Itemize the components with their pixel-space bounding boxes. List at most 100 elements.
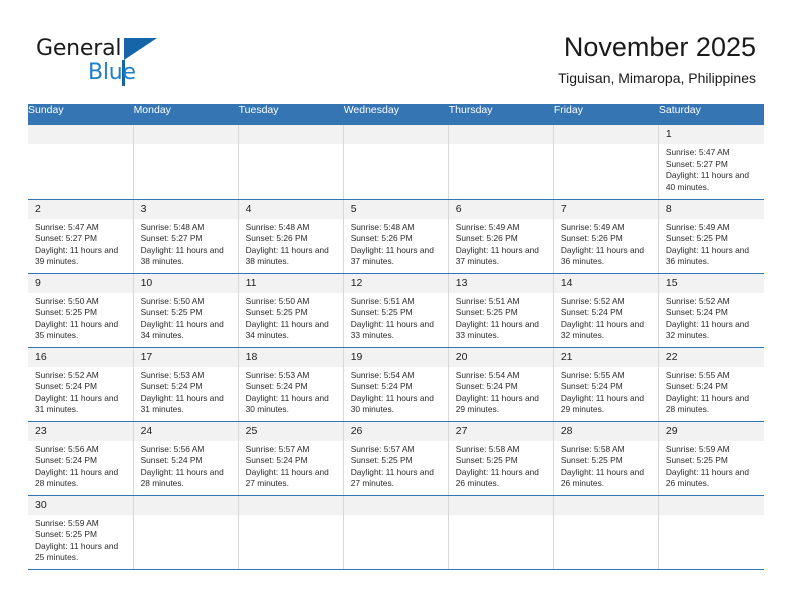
- daylight-text: Daylight: 11 hours and 32 minutes.: [665, 318, 750, 341]
- calendar-day-cell[interactable]: 22 Sunrise: 5:55 AM Sunset: 5:24 PM Dayligh…: [658, 347, 764, 422]
- sunset-text: Sunset: 5:24 PM: [245, 381, 308, 392]
- logo-text-general: General: [36, 36, 122, 61]
- calendar-day-cell[interactable]: 7 Sunrise: 5:49 AM Sunset: 5:26 PM Daylight…: [553, 199, 659, 274]
- day-number: [448, 495, 553, 515]
- calendar-day-cell[interactable]: 13 Sunrise: 5:51 AM Sunset: 5:25 PM Dayligh…: [448, 273, 554, 348]
- calendar-day-cell[interactable]: 28 Sunrise: 5:58 AM Sunset: 5:25 PM Dayligh…: [553, 421, 659, 496]
- day-number: 25: [238, 421, 343, 441]
- sun-info: Sunrise: 5:48 AM Sunset: 5:26 PM Daylight:…: [344, 219, 448, 268]
- calendar-day-cell-empty: [448, 125, 554, 200]
- sunrise-text: Sunrise: 5:51 AM: [455, 295, 520, 306]
- day-number: 19: [343, 347, 448, 367]
- sunset-text: Sunset: 5:26 PM: [350, 233, 413, 244]
- logo-text-blue: Blue: [88, 60, 136, 85]
- sunset-text: Sunset: 5:26 PM: [245, 233, 308, 244]
- calendar-day-cell[interactable]: 4 Sunrise: 5:48 AM Sunset: 5:26 PM Daylight…: [238, 199, 344, 274]
- calendar-day-cell[interactable]: 26 Sunrise: 5:57 AM Sunset: 5:25 PM Dayligh…: [343, 421, 449, 496]
- sunset-text: Sunset: 5:24 PM: [455, 381, 518, 392]
- general-blue-logo[interactable]: General Blue: [36, 36, 216, 88]
- calendar-day-cell[interactable]: 3 Sunrise: 5:48 AM Sunset: 5:27 PM Daylight…: [133, 199, 239, 274]
- calendar-day-cell[interactable]: 25 Sunrise: 5:57 AM Sunset: 5:24 PM Dayligh…: [238, 421, 344, 496]
- day-number: [343, 125, 448, 144]
- calendar-day-cell-empty: [133, 125, 239, 200]
- sunrise-text: Sunrise: 5:59 AM: [665, 443, 730, 454]
- day-number: [238, 495, 343, 515]
- calendar-day-cell[interactable]: 30 Sunrise: 5:59 AM Sunset: 5:25 PM Dayligh…: [28, 495, 134, 570]
- sunset-text: Sunset: 5:25 PM: [455, 455, 518, 466]
- sunset-text: Sunset: 5:24 PM: [140, 455, 203, 466]
- sun-info: Sunrise: 5:52 AM Sunset: 5:24 PM Daylight:…: [28, 367, 133, 416]
- sunset-text: Sunset: 5:25 PM: [350, 307, 413, 318]
- daylight-text: Daylight: 11 hours and 36 minutes.: [560, 244, 644, 267]
- calendar-day-cell[interactable]: 24 Sunrise: 5:56 AM Sunset: 5:24 PM Dayligh…: [133, 421, 239, 496]
- calendar-day-cell[interactable]: 9 Sunrise: 5:50 AM Sunset: 5:25 PM Daylight…: [28, 273, 134, 348]
- title-block: November 2025 Tiguisan, Mimaropa, Philip…: [558, 30, 756, 87]
- calendar-day-cell-empty: [133, 495, 239, 570]
- daylight-text: Daylight: 11 hours and 31 minutes.: [140, 392, 224, 415]
- sun-info: Sunrise: 5:55 AM Sunset: 5:24 PM Daylight:…: [554, 367, 658, 416]
- calendar-day-cell[interactable]: 5 Sunrise: 5:48 AM Sunset: 5:26 PM Daylight…: [343, 199, 449, 274]
- calendar-day-cell[interactable]: 6 Sunrise: 5:49 AM Sunset: 5:26 PM Daylight…: [448, 199, 554, 274]
- daylight-text: Daylight: 11 hours and 27 minutes.: [350, 466, 434, 489]
- sunrise-text: Sunrise: 5:55 AM: [665, 369, 730, 380]
- calendar-day-cell[interactable]: 12 Sunrise: 5:51 AM Sunset: 5:25 PM Dayligh…: [343, 273, 449, 348]
- calendar-day-cell[interactable]: 23 Sunrise: 5:56 AM Sunset: 5:24 PM Dayligh…: [28, 421, 134, 496]
- calendar-day-cell[interactable]: 18 Sunrise: 5:53 AM Sunset: 5:24 PM Dayligh…: [238, 347, 344, 422]
- sunset-text: Sunset: 5:24 PM: [560, 307, 623, 318]
- day-number: [553, 495, 658, 515]
- sunrise-text: Sunrise: 5:52 AM: [35, 369, 99, 380]
- daylight-text: Daylight: 11 hours and 30 minutes.: [350, 392, 434, 415]
- calendar-day-cell[interactable]: 17 Sunrise: 5:53 AM Sunset: 5:24 PM Dayligh…: [133, 347, 239, 422]
- sunset-text: Sunset: 5:26 PM: [560, 233, 623, 244]
- sunrise-text: Sunrise: 5:59 AM: [35, 517, 99, 528]
- calendar-day-cell[interactable]: 27 Sunrise: 5:58 AM Sunset: 5:25 PM Dayligh…: [448, 421, 554, 496]
- day-number: [343, 495, 448, 515]
- sunrise-text: Sunrise: 5:48 AM: [245, 221, 310, 232]
- day-number: 13: [448, 273, 553, 293]
- calendar-day-cell[interactable]: 2 Sunrise: 5:47 AM Sunset: 5:27 PM Daylight…: [28, 199, 134, 274]
- calendar-day-cell[interactable]: 16 Sunrise: 5:52 AM Sunset: 5:24 PM Dayligh…: [28, 347, 134, 422]
- page-title: November 2025: [563, 32, 756, 62]
- day-number: 4: [238, 199, 343, 219]
- day-number: 12: [343, 273, 448, 293]
- calendar-day-cell[interactable]: 29 Sunrise: 5:59 AM Sunset: 5:25 PM Dayligh…: [658, 421, 764, 496]
- sun-info: Sunrise: 5:51 AM Sunset: 5:25 PM Daylight:…: [449, 293, 553, 342]
- day-number: [28, 125, 133, 144]
- calendar-day-cell-empty: [343, 495, 449, 570]
- sunrise-text: Sunrise: 5:47 AM: [35, 221, 99, 232]
- daylight-text: Daylight: 11 hours and 39 minutes.: [35, 244, 119, 267]
- page-header: General Blue November 2025 Tiguisan, Mim…: [0, 0, 792, 104]
- calendar-day-cell-empty: [658, 495, 764, 570]
- daylight-text: Daylight: 11 hours and 32 minutes.: [560, 318, 644, 341]
- sunrise-text: Sunrise: 5:56 AM: [140, 443, 205, 454]
- sunrise-text: Sunrise: 5:47 AM: [665, 147, 730, 157]
- sunset-text: Sunset: 5:25 PM: [35, 529, 97, 540]
- sunrise-text: Sunrise: 5:58 AM: [560, 443, 625, 454]
- calendar-day-cell[interactable]: 11 Sunrise: 5:50 AM Sunset: 5:25 PM Dayligh…: [238, 273, 344, 348]
- sunset-text: Sunset: 5:25 PM: [665, 455, 728, 466]
- sunrise-text: Sunrise: 5:49 AM: [455, 221, 520, 232]
- sunrise-text: Sunrise: 5:50 AM: [35, 295, 99, 306]
- sunset-text: Sunset: 5:25 PM: [140, 307, 203, 318]
- weekday-header-friday: Friday: [553, 104, 659, 125]
- sunset-text: Sunset: 5:26 PM: [455, 233, 518, 244]
- calendar-day-cell[interactable]: 21 Sunrise: 5:55 AM Sunset: 5:24 PM Dayligh…: [553, 347, 659, 422]
- day-number: 30: [28, 495, 133, 515]
- sunset-text: Sunset: 5:25 PM: [665, 233, 728, 244]
- calendar-day-cell[interactable]: 14 Sunrise: 5:52 AM Sunset: 5:24 PM Dayligh…: [553, 273, 659, 348]
- daylight-text: Daylight: 11 hours and 37 minutes.: [455, 244, 539, 267]
- calendar-day-cell[interactable]: 10 Sunrise: 5:50 AM Sunset: 5:25 PM Dayligh…: [133, 273, 239, 348]
- sunset-text: Sunset: 5:27 PM: [665, 158, 728, 169]
- calendar-day-cell[interactable]: 19 Sunrise: 5:54 AM Sunset: 5:24 PM Dayligh…: [343, 347, 449, 422]
- daylight-text: Daylight: 11 hours and 29 minutes.: [560, 392, 644, 415]
- day-number: [553, 125, 658, 144]
- calendar-week-row: 30 Sunrise: 5:59 AM Sunset: 5:25 PM Dayligh…: [28, 495, 764, 570]
- sunset-text: Sunset: 5:25 PM: [455, 307, 518, 318]
- calendar-day-cell[interactable]: 1 Sunrise: 5:47 AM Sunset: 5:27 PM Daylight…: [658, 125, 764, 200]
- sun-info: Sunrise: 5:57 AM Sunset: 5:25 PM Daylight:…: [344, 441, 448, 490]
- calendar-day-cell[interactable]: 8 Sunrise: 5:49 AM Sunset: 5:25 PM Daylight…: [658, 199, 764, 274]
- calendar-day-cell[interactable]: 20 Sunrise: 5:54 AM Sunset: 5:24 PM Dayligh…: [448, 347, 554, 422]
- sun-info: Sunrise: 5:47 AM Sunset: 5:27 PM Daylight:…: [659, 144, 764, 193]
- calendar-header-row: Sunday Monday Tuesday Wednesday Thursday…: [28, 104, 765, 125]
- calendar-day-cell[interactable]: 15 Sunrise: 5:52 AM Sunset: 5:24 PM Dayligh…: [658, 273, 764, 348]
